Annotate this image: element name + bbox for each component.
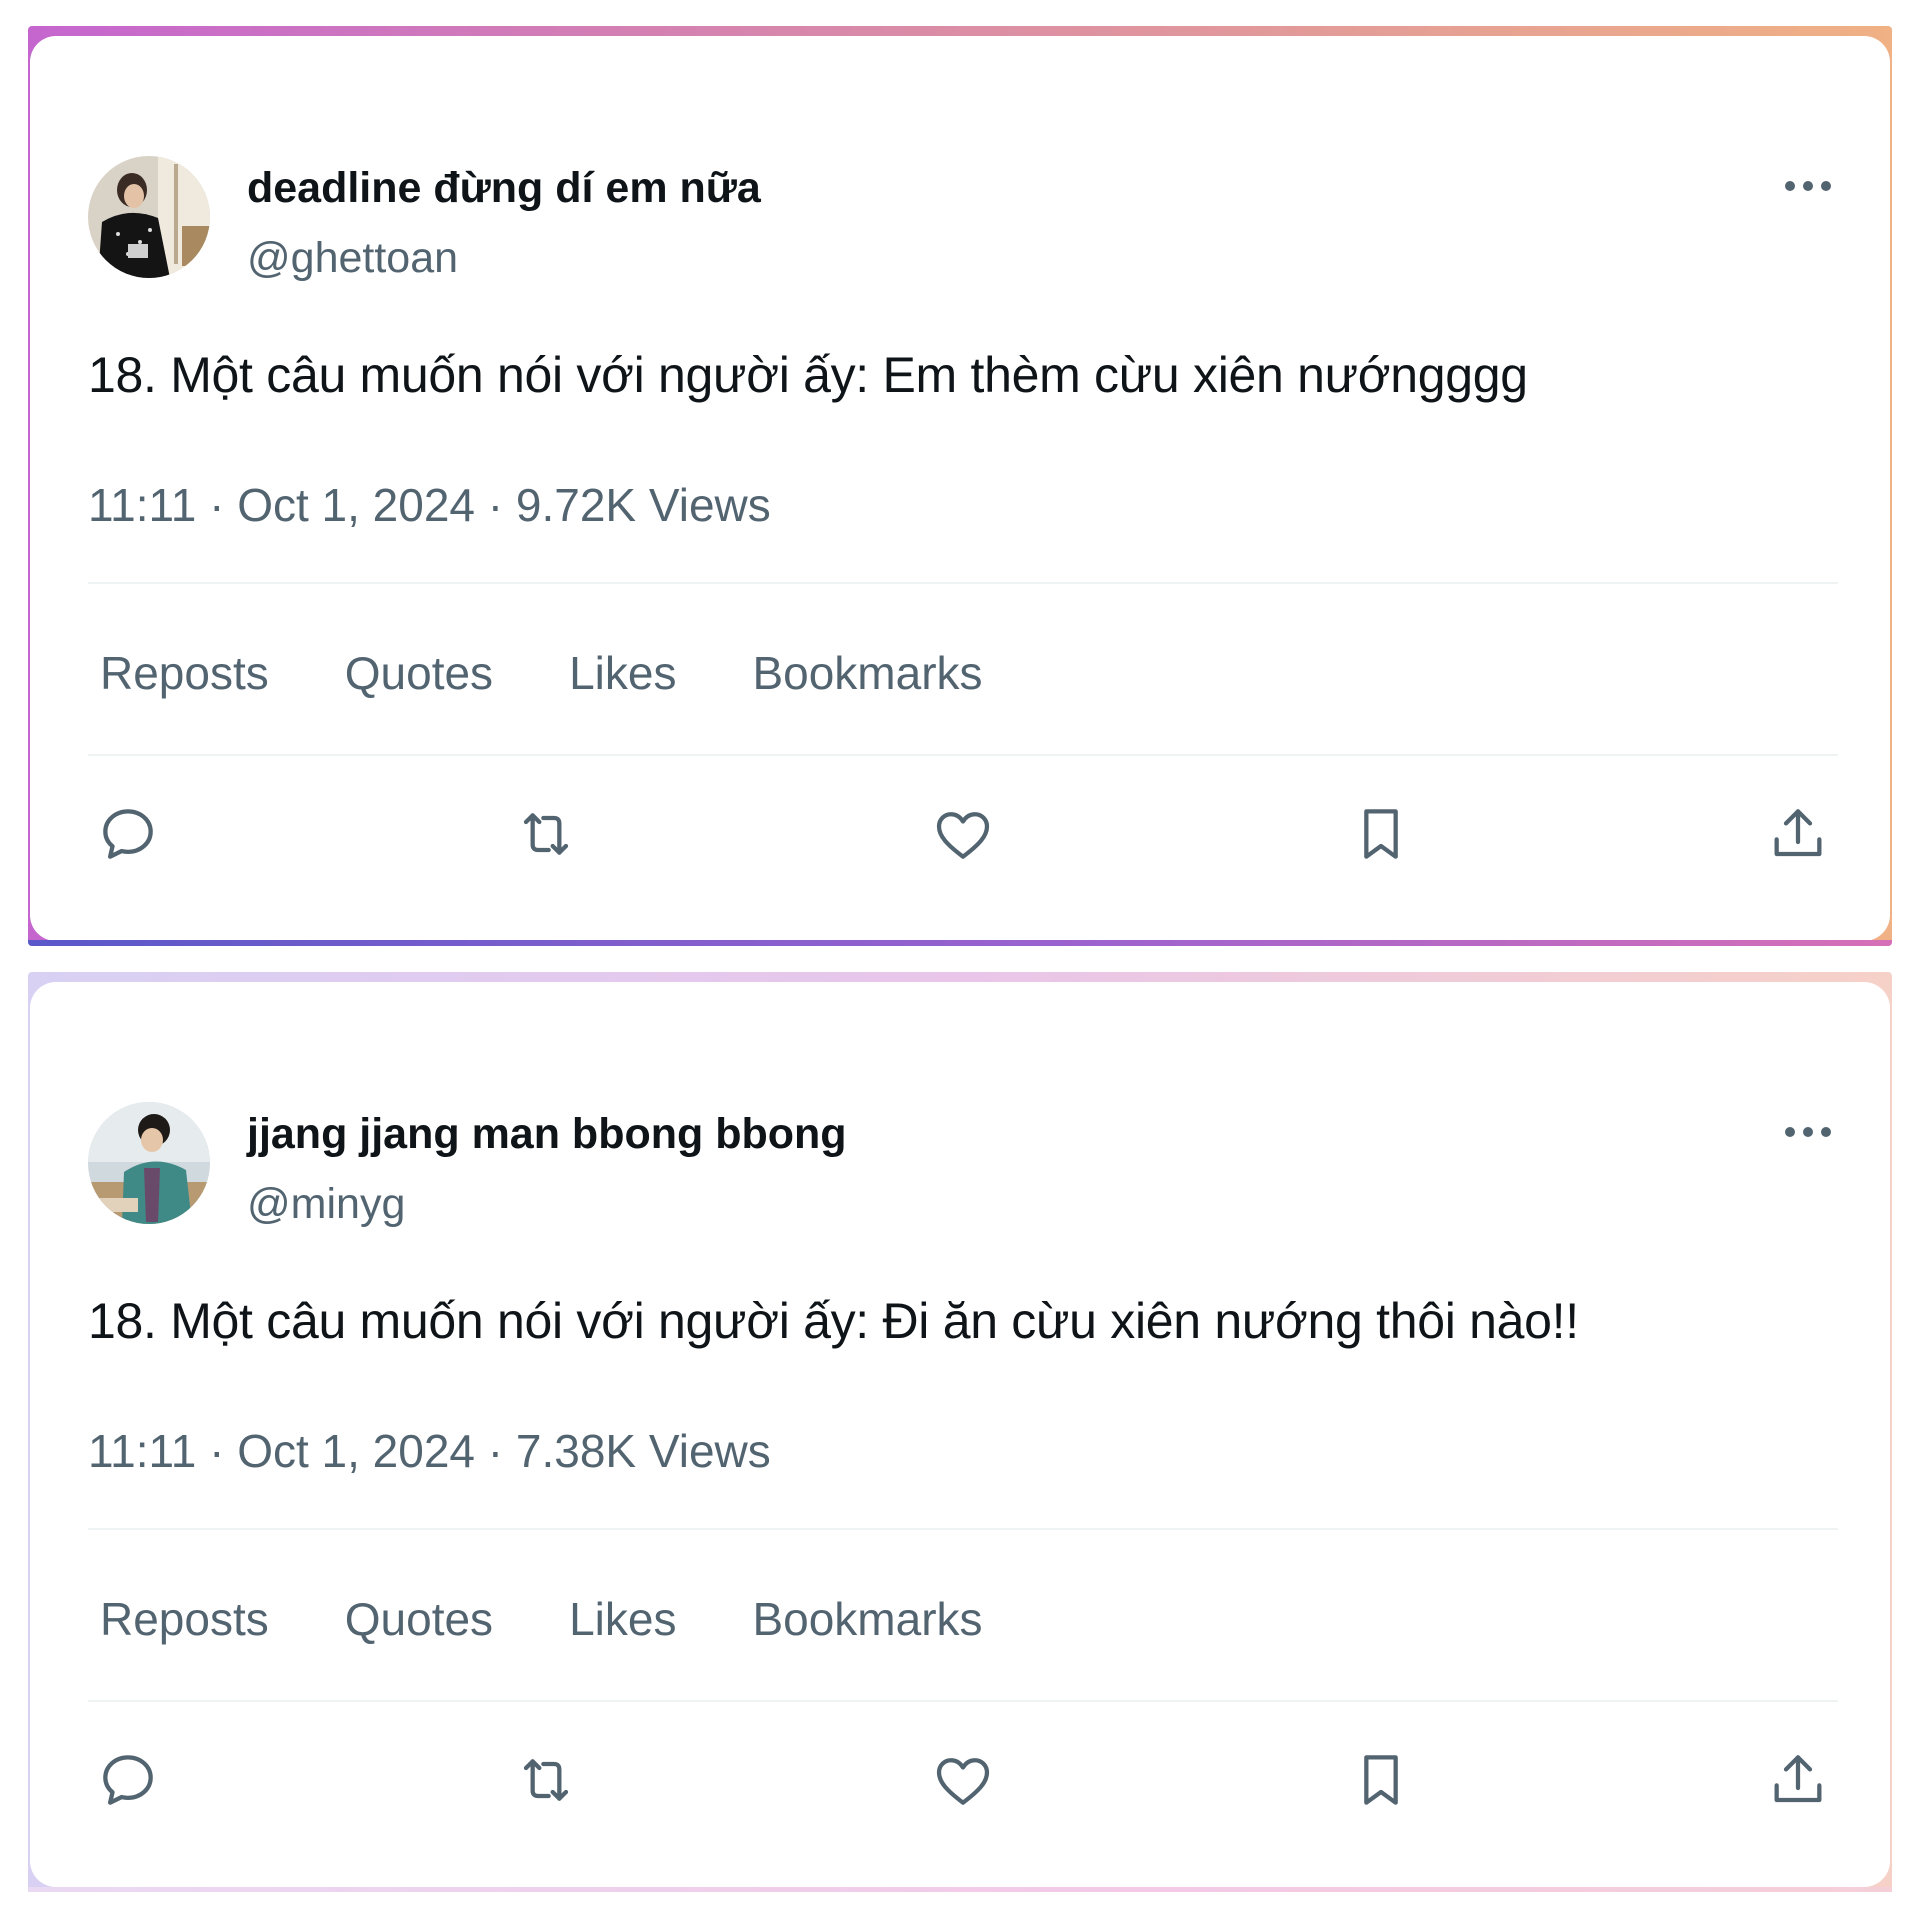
repost-button[interactable] bbox=[506, 794, 586, 874]
bookmark-icon bbox=[1363, 1755, 1398, 1805]
view-count: 7.38K Views bbox=[515, 1425, 771, 1477]
repost-button[interactable] bbox=[506, 1740, 586, 1820]
action-bar bbox=[88, 794, 1838, 874]
repost-arrows-icon bbox=[523, 1759, 568, 1801]
meta-separator: · bbox=[209, 1425, 238, 1477]
divider bbox=[88, 1528, 1838, 1530]
view-count: 9.72K Views bbox=[515, 479, 771, 531]
tweet-card-frame: jjang jjang man bbong bbong @minyg 18. M… bbox=[28, 972, 1892, 1892]
tweet-text: 18. Một câu muốn nói với người ấy: Em th… bbox=[88, 347, 1528, 403]
share-button[interactable] bbox=[1758, 794, 1838, 874]
tweet-time[interactable]: 11:11 bbox=[88, 1425, 196, 1477]
repost-arrows-icon bbox=[523, 813, 568, 855]
engagement-stats: Reposts Quotes Likes Bookmarks bbox=[100, 1592, 1059, 1646]
meta-separator: · bbox=[487, 1425, 516, 1477]
tweet-card: jjang jjang man bbong bbong @minyg 18. M… bbox=[30, 982, 1890, 1887]
quotes-link[interactable]: Quotes bbox=[345, 1592, 493, 1646]
divider bbox=[88, 1700, 1838, 1702]
reposts-link[interactable]: Reposts bbox=[100, 646, 269, 700]
username-handle[interactable]: @minyg bbox=[247, 1180, 405, 1229]
speech-bubble-icon bbox=[103, 809, 153, 859]
reply-button[interactable] bbox=[88, 794, 168, 874]
reposts-link[interactable]: Reposts bbox=[100, 1592, 269, 1646]
speech-bubble-icon bbox=[103, 1755, 153, 1805]
more-options-button[interactable] bbox=[1782, 166, 1834, 206]
bookmarks-link[interactable]: Bookmarks bbox=[752, 1592, 982, 1646]
bookmark-button[interactable] bbox=[1341, 794, 1421, 874]
meta-separator: · bbox=[487, 479, 516, 531]
more-options-button[interactable] bbox=[1782, 1112, 1834, 1152]
share-upload-icon bbox=[1774, 1755, 1822, 1803]
divider bbox=[88, 754, 1838, 756]
tweet-date[interactable]: Oct 1, 2024 bbox=[237, 1425, 475, 1477]
like-button[interactable] bbox=[923, 1740, 1003, 1820]
bookmarks-link[interactable]: Bookmarks bbox=[752, 646, 982, 700]
tweet-metadata: 11:11 · Oct 1, 2024 · 7.38K Views bbox=[88, 1424, 771, 1478]
divider bbox=[88, 582, 1838, 584]
tweet-card: deadline đừng dí em nữa @ghettoan 18. Mộ… bbox=[30, 36, 1890, 941]
tweet-metadata: 11:11 · Oct 1, 2024 · 9.72K Views bbox=[88, 478, 771, 532]
username-handle[interactable]: @ghettoan bbox=[247, 234, 458, 283]
tweet-card-frame: deadline đừng dí em nữa @ghettoan 18. Mộ… bbox=[28, 26, 1892, 946]
reply-button[interactable] bbox=[88, 1740, 168, 1820]
display-name[interactable]: deadline đừng dí em nữa bbox=[247, 164, 761, 213]
bookmark-icon bbox=[1363, 809, 1398, 859]
more-horizontal-icon bbox=[1785, 1127, 1831, 1137]
more-horizontal-icon bbox=[1785, 181, 1831, 191]
likes-link[interactable]: Likes bbox=[569, 1592, 676, 1646]
share-upload-icon bbox=[1774, 809, 1822, 857]
quotes-link[interactable]: Quotes bbox=[345, 646, 493, 700]
like-button[interactable] bbox=[923, 794, 1003, 874]
heart-icon bbox=[936, 1758, 990, 1805]
share-button[interactable] bbox=[1758, 1740, 1838, 1820]
avatar[interactable] bbox=[88, 1102, 210, 1224]
display-name[interactable]: jjang jjang man bbong bbong bbox=[247, 1110, 847, 1159]
tweet-time[interactable]: 11:11 bbox=[88, 479, 196, 531]
tweet-date[interactable]: Oct 1, 2024 bbox=[237, 479, 475, 531]
action-bar bbox=[88, 1740, 1838, 1820]
heart-icon bbox=[936, 812, 990, 859]
avatar[interactable] bbox=[88, 156, 210, 278]
engagement-stats: Reposts Quotes Likes Bookmarks bbox=[100, 646, 1059, 700]
meta-separator: · bbox=[209, 479, 238, 531]
tweet-text: 18. Một câu muốn nói với người ấy: Đi ăn… bbox=[88, 1293, 1579, 1349]
likes-link[interactable]: Likes bbox=[569, 646, 676, 700]
bookmark-button[interactable] bbox=[1341, 1740, 1421, 1820]
